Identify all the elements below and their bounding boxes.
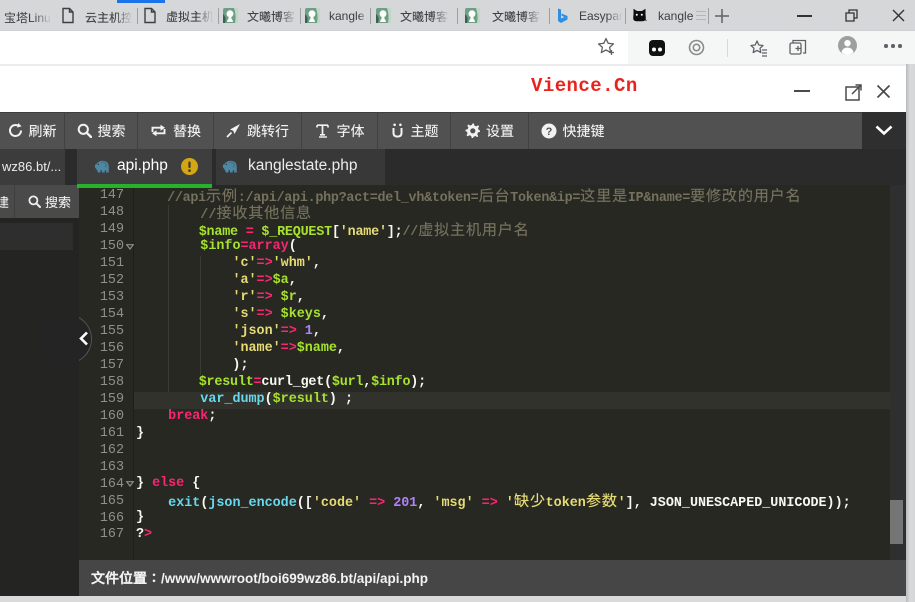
svg-text:?: ? <box>545 126 552 138</box>
